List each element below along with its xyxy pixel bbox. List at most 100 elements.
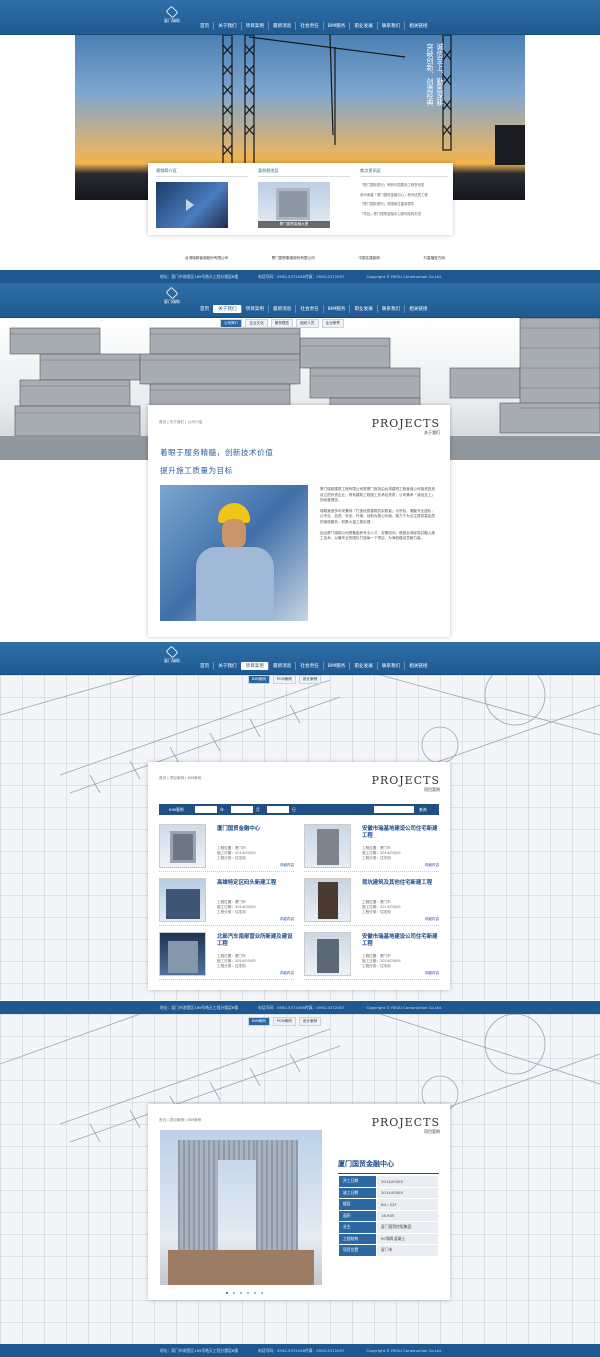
- detail-subnav: BIM案例 PCM案例 设计案例: [248, 1017, 322, 1026]
- nav-bim[interactable]: BIM服务: [322, 22, 350, 30]
- project-name[interactable]: 安徽市瑞基地建设公司住宅新建工程: [362, 826, 438, 839]
- nav-links[interactable]: 相关链接: [404, 22, 431, 30]
- project-card[interactable]: 高雄特定区码头新建工程 工程位置：厦门市 施工日期：2014/03/05 工程分…: [159, 878, 294, 926]
- subnav-pcm[interactable]: PCM案例: [272, 675, 296, 684]
- nav-links[interactable]: 相关链接: [404, 662, 431, 670]
- home-header: 厦门瑞助 首页 关于我们 项目案例 最新消息 社会责任 BIM服务 职业发展 联…: [0, 0, 600, 35]
- project-thumbnail[interactable]: [304, 878, 351, 922]
- project-name[interactable]: 高雄特定区码头新建工程: [217, 880, 293, 887]
- news-item[interactable]: 我司承建「厦门国贸金融中心」获评优质工程: [360, 191, 448, 201]
- subnav-culture[interactable]: 企业文化: [245, 319, 268, 328]
- subnav-bim[interactable]: BIM案例: [248, 675, 270, 684]
- project-card[interactable]: 安徽市瑞基地建设公司住宅新建工程 工程位置：厦门市 施工日期：2014/03/0…: [304, 932, 439, 980]
- footer-1: 地址：厦门市湖里区189号皓天工程分楼层B楼 电话号码：0592-5372058…: [0, 270, 600, 283]
- subnav-service[interactable]: 服务理念: [270, 319, 294, 328]
- month-input[interactable]: [231, 806, 253, 813]
- nav-projects[interactable]: 项目案例: [240, 22, 268, 30]
- project-name[interactable]: 安徽市瑞基地建设公司住宅新建工程: [362, 934, 438, 947]
- project-thumbnail[interactable]: [159, 878, 206, 922]
- nav-about[interactable]: 关于我们: [213, 305, 241, 313]
- nav-links[interactable]: 相关链接: [404, 305, 431, 313]
- project-main-photo[interactable]: [160, 1130, 322, 1285]
- subnav-intro[interactable]: 公司简介: [220, 319, 243, 328]
- partner-link-2[interactable]: 厦门国贸集团股份有限公司: [272, 256, 315, 261]
- home-boxes: 视频简介区 案例预览区 厦门国贸金融大厦 焦点资讯区 「厦门国际银行」荣获中国建…: [148, 163, 453, 235]
- project-card[interactable]: 厦门国贸金融中心 工程位置：厦门市 施工日期：2014/03/05 工程分类：住…: [159, 824, 294, 872]
- nav-home[interactable]: 首页: [196, 22, 213, 30]
- project-card[interactable]: 北部汽车南部营业所新建及建设工程 工程位置：厦门市 施工日期：2014/03/0…: [159, 932, 294, 980]
- news-item[interactable]: 「项目」厦门国贸金融中心顺利结构封顶: [360, 210, 448, 220]
- keyword-input[interactable]: [374, 806, 414, 813]
- project-name[interactable]: 昆坑建筑及其他住宅新建工程: [362, 880, 438, 887]
- subnav-team[interactable]: 组织人员: [296, 319, 319, 328]
- case-preview-image[interactable]: 厦门国贸金融大厦: [258, 182, 330, 228]
- nav-about[interactable]: 关于我们: [213, 662, 240, 670]
- more-link[interactable]: 详细内容: [280, 917, 294, 922]
- about-panel: 首页 | 关于我们 | 公司介绍 PROJECTS 关于我们 着眼于服务精髓，创…: [148, 405, 450, 637]
- more-link[interactable]: 详细内容: [280, 971, 294, 976]
- partner-link-1[interactable]: 台湾瑞助营造股份有限公司: [185, 256, 228, 261]
- nav-news[interactable]: 最新消息: [267, 662, 295, 670]
- project-thumbnail[interactable]: [159, 932, 206, 976]
- page-title-cn: 项目案例: [424, 787, 440, 792]
- project-name[interactable]: 厦门国贸金融中心: [217, 826, 293, 833]
- nav-news[interactable]: 最新消息: [267, 305, 295, 313]
- nav-bim[interactable]: BIM服务: [322, 662, 350, 670]
- year-input[interactable]: [195, 806, 217, 813]
- nav-home[interactable]: 首页: [196, 662, 213, 670]
- pager-dot[interactable]: [226, 1292, 228, 1294]
- project-name[interactable]: 北部汽车南部营业所新建及建设工程: [217, 934, 293, 947]
- worker-photo: [160, 485, 308, 621]
- partner-link-4[interactable]: 万嘉福官方网: [423, 256, 445, 261]
- news-item[interactable]: 「厦门国际银行」获国家住建部表彰: [360, 200, 448, 210]
- more-link[interactable]: 详细内容: [280, 863, 294, 868]
- subnav-pcm[interactable]: PCM案例: [272, 1017, 296, 1026]
- subnav-design[interactable]: 设计案例: [298, 675, 322, 684]
- more-link[interactable]: 详细内容: [425, 863, 439, 868]
- nav-projects[interactable]: 项目案例: [240, 305, 268, 313]
- nav-social[interactable]: 社会责任: [295, 662, 322, 670]
- pager-dot[interactable]: [247, 1292, 249, 1294]
- subnav-design[interactable]: 设计案例: [298, 1017, 322, 1026]
- nav-social[interactable]: 社会责任: [295, 22, 322, 30]
- nav-social[interactable]: 社会责任: [295, 305, 322, 313]
- video-player[interactable]: [156, 182, 228, 228]
- projects-subnav: BIM案例 PCM案例 设计案例: [248, 675, 322, 684]
- slogan-line-1: 诚信至上、勤思深耕: [436, 43, 444, 106]
- pager-dot[interactable]: [240, 1292, 242, 1294]
- nav-contact[interactable]: 联系我们: [376, 662, 404, 670]
- nav-about[interactable]: 关于我们: [213, 22, 240, 30]
- site-logo[interactable]: 厦门瑞助: [160, 645, 184, 669]
- footer-fax: 传真：0592-5372057: [305, 1348, 345, 1353]
- nav-bim[interactable]: BIM服务: [322, 305, 350, 313]
- subnav-honor[interactable]: 企业荣誉: [321, 319, 344, 328]
- play-icon[interactable]: [186, 199, 194, 211]
- project-card[interactable]: 安徽市瑞基地建设公司住宅新建工程 工程位置：厦门市 施工日期：2014/03/0…: [304, 824, 439, 872]
- more-link[interactable]: 详细内容: [425, 971, 439, 976]
- partner-link-3[interactable]: 中国住建部网: [358, 256, 380, 261]
- pager-dot[interactable]: [254, 1292, 256, 1294]
- subnav-bim[interactable]: BIM案例: [248, 1017, 270, 1026]
- pager-dot[interactable]: [261, 1292, 263, 1294]
- logo-mark-icon: [165, 5, 179, 19]
- nav-contact[interactable]: 联系我们: [376, 22, 404, 30]
- nav-contact[interactable]: 联系我们: [376, 305, 404, 313]
- site-logo[interactable]: 厦门瑞助: [160, 5, 184, 29]
- nav-career[interactable]: 职业发展: [349, 662, 376, 670]
- more-link[interactable]: 详细内容: [425, 917, 439, 922]
- nav-career[interactable]: 职业发展: [349, 22, 376, 30]
- nav-career[interactable]: 职业发展: [349, 305, 376, 313]
- nav-projects[interactable]: 项目案例: [240, 662, 268, 670]
- news-item[interactable]: 「厦门国际银行」荣获中国建设工程鲁班奖: [360, 181, 448, 191]
- day-input[interactable]: [267, 806, 289, 813]
- site-logo[interactable]: 厦门瑞助: [160, 286, 184, 310]
- project-thumbnail[interactable]: [159, 824, 206, 868]
- pager-dot[interactable]: [233, 1292, 235, 1294]
- nav-home[interactable]: 首页: [196, 305, 213, 313]
- nav-news[interactable]: 最新消息: [267, 22, 295, 30]
- project-thumbnail[interactable]: [304, 824, 351, 868]
- search-button[interactable]: 查询: [419, 804, 427, 815]
- partner-links: 台湾瑞助营造股份有限公司 厦门国贸集团股份有限公司 中国住建部网 万嘉福官方网: [185, 256, 445, 261]
- project-thumbnail[interactable]: [304, 932, 351, 976]
- project-card[interactable]: 昆坑建筑及其他住宅新建工程 工程位置：厦门市 施工日期：2014/03/05 工…: [304, 878, 439, 926]
